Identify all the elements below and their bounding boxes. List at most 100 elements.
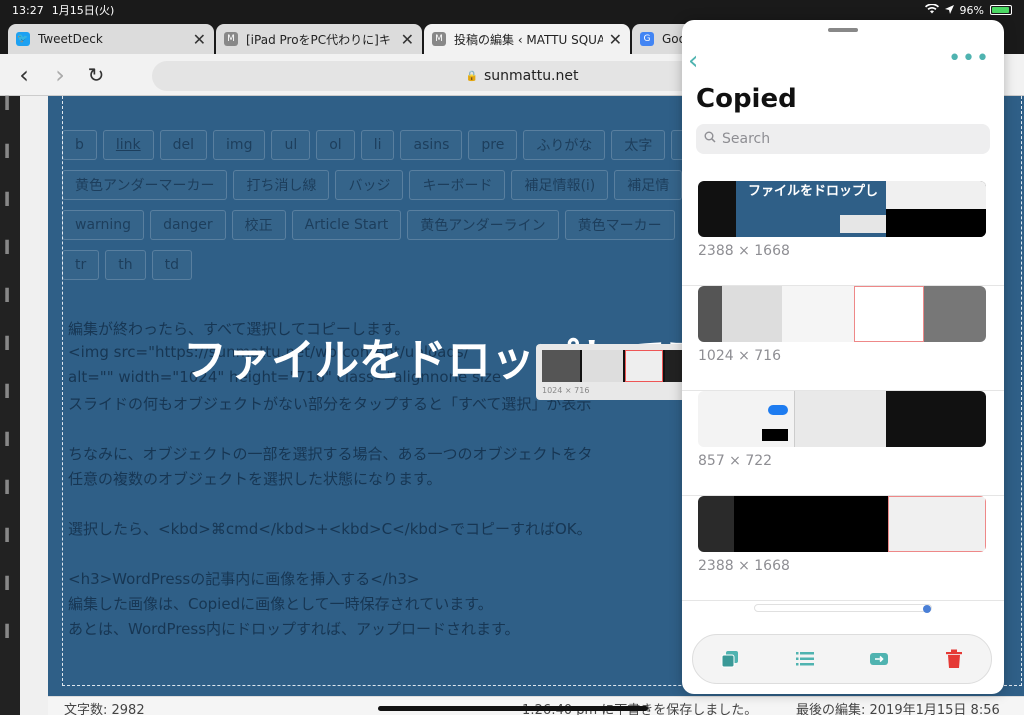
battery-fill xyxy=(992,7,1010,13)
search-placeholder: Search xyxy=(722,131,771,147)
wp-admin-sidebar: ▍ ▍ ▍ ▍ ▍ ▍ ▍ ▍ ▍ ▍ ▍ ▍ xyxy=(0,96,20,715)
panel-grabber[interactable] xyxy=(828,28,858,32)
close-tab-icon[interactable]: ✕ xyxy=(401,30,414,49)
quicktag-button[interactable]: danger xyxy=(150,210,226,240)
clipboard-item[interactable]: 1024 × 716 xyxy=(682,286,1004,391)
clipboard-item-size: 1024 × 716 xyxy=(698,348,781,364)
clipboard-thumbnail xyxy=(698,286,986,342)
quicktag-button[interactable]: ふりがな xyxy=(523,130,606,160)
browser-tab[interactable]: M [iPad ProをPC代わりに]キ ✕ xyxy=(216,24,422,54)
quicktag-button[interactable]: li xyxy=(360,130,395,160)
quicktag-button[interactable]: ol xyxy=(316,130,355,160)
twitter-icon: 🐦 xyxy=(16,32,30,46)
sidebar-icon[interactable]: ▍ xyxy=(0,480,20,528)
location-icon xyxy=(944,4,954,17)
editor-line: ちなみに、オブジェクトの一部を選択する場合、ある一つのオブジェクトをタ xyxy=(68,445,593,463)
copied-panel: ‹ ••• Copied Search ファイルをドロップし 2388 × 16… xyxy=(682,20,1004,694)
quicktag-button[interactable]: 打ち消し線 xyxy=(233,170,330,200)
sidebar-icon[interactable]: ▍ xyxy=(0,240,20,288)
editor-line: <h3>WordPressの記事内に画像を挿入する</h3> xyxy=(68,570,420,588)
editor-line: 編集した画像は、Copiedに画像として一時保存されています。 xyxy=(68,595,493,613)
quicktags-row: blinkdelimgulolliasinspreふりがな太字青 xyxy=(62,130,712,160)
sidebar-icon[interactable]: ▍ xyxy=(0,576,20,624)
sidebar-icon[interactable]: ▍ xyxy=(0,432,20,480)
address-text: sunmattu.net xyxy=(483,68,579,84)
clipboard-item[interactable]: 857 × 722 xyxy=(682,391,1004,496)
quicktag-button[interactable]: pre xyxy=(468,130,518,160)
quicktag-button[interactable]: link xyxy=(102,130,154,160)
browser-tab[interactable]: 🐦 TweetDeck ✕ xyxy=(8,24,214,54)
sidebar-icon[interactable]: ▍ xyxy=(0,96,20,144)
battery-percent: 96% xyxy=(959,3,984,17)
status-date: 1月15日(火) xyxy=(51,4,115,17)
sidebar-icon[interactable]: ▍ xyxy=(0,384,20,432)
forward-button[interactable]: › xyxy=(42,61,78,89)
sidebar-icon[interactable]: ▍ xyxy=(0,528,20,576)
clipboard-item-size: 2388 × 1668 xyxy=(698,558,790,574)
panel-title: Copied xyxy=(696,84,797,114)
quicktag-button[interactable]: ul xyxy=(271,130,311,160)
quicktag-button[interactable]: tr xyxy=(62,250,100,280)
quicktag-button[interactable]: b xyxy=(62,130,97,160)
stack-icon[interactable] xyxy=(719,648,741,670)
back-chevron-icon[interactable]: ‹ xyxy=(688,46,698,76)
sidebar-icon[interactable]: ▍ xyxy=(0,288,20,336)
browser-tab[interactable]: M 投稿の編集 ‹ MATTU SQUA ✕ xyxy=(424,24,630,54)
quicktag-button[interactable]: 黄色アンダーマーカー xyxy=(62,170,228,200)
clipboard-thumbnail: ファイルをドロップし xyxy=(698,181,986,237)
quicktag-button[interactable]: asins xyxy=(400,130,463,160)
scroll-slider[interactable] xyxy=(754,604,932,613)
quicktag-button[interactable]: del xyxy=(159,130,208,160)
reload-button[interactable]: ↻ xyxy=(78,63,114,87)
quicktags-row: 黄色アンダーマーカー 打ち消し線 バッジ キーボード 補足情報(i) 補足情 xyxy=(62,170,683,200)
quicktag-button[interactable]: 太字 xyxy=(611,130,666,160)
wifi-icon xyxy=(924,2,939,17)
lock-icon: 🔒 xyxy=(465,70,478,82)
sidebar-icon[interactable]: ▍ xyxy=(0,144,20,192)
battery-icon xyxy=(990,5,1012,15)
quicktag-button[interactable]: img xyxy=(213,130,266,160)
list-icon[interactable] xyxy=(794,648,816,670)
quicktag-button[interactable]: 補足情 xyxy=(614,170,683,200)
status-right: 96% xyxy=(924,2,1012,17)
sidebar-icon[interactable]: ▍ xyxy=(0,624,20,672)
search-field[interactable]: Search xyxy=(696,124,990,154)
sidebar-icon[interactable]: ▍ xyxy=(0,192,20,240)
transfer-icon[interactable] xyxy=(868,648,890,670)
quicktag-button[interactable]: Article Start xyxy=(291,210,402,240)
mattu-icon: M xyxy=(224,32,238,46)
google-icon: G xyxy=(640,32,654,46)
quicktags-row: tr th td xyxy=(62,250,193,280)
screen: 13:27 1月15日(火) 96% 🐦 TweetDeck ✕ M [iPad Pro… xyxy=(0,0,1024,715)
quicktag-button[interactable]: 補足情報(i) xyxy=(511,170,609,200)
more-icon[interactable]: ••• xyxy=(948,46,990,71)
quicktag-button[interactable]: 黄色アンダーライン xyxy=(407,210,559,240)
editor-line: 任意の複数のオブジェクトを選択した状態になります。 xyxy=(68,470,442,488)
clipboard-thumbnail xyxy=(698,496,986,552)
tab-title: 投稿の編集 ‹ MATTU SQUA xyxy=(454,32,603,47)
status-time: 13:27 xyxy=(12,3,44,17)
trash-icon[interactable] xyxy=(943,648,965,670)
editor-line: 選択したら、<kbd>⌘cmd</kbd>+<kbd>C</kbd>でコピーすれ… xyxy=(68,520,592,538)
close-tab-icon[interactable]: ✕ xyxy=(193,30,206,49)
quicktag-button[interactable]: warning xyxy=(62,210,145,240)
close-tab-icon[interactable]: ✕ xyxy=(609,30,622,49)
clipboard-item-size: 2388 × 1668 xyxy=(698,243,790,259)
mattu-icon: M xyxy=(432,32,446,46)
quicktag-button[interactable]: td xyxy=(151,250,193,280)
quicktags-row: warning danger 校正 Article Start 黄色アンダーライン 黄色マ… xyxy=(62,210,675,240)
quicktag-button[interactable]: 黄色マーカー xyxy=(564,210,675,240)
quicktag-button[interactable]: th xyxy=(105,250,146,280)
quicktag-button[interactable]: 校正 xyxy=(231,210,286,240)
quicktag-button[interactable]: キーボード xyxy=(409,170,506,200)
sidebar-icon[interactable]: ▍ xyxy=(0,336,20,384)
home-indicator[interactable] xyxy=(378,706,648,711)
clipboard-thumbnail xyxy=(698,391,986,447)
clipboard-item[interactable]: ファイルをドロップし 2388 × 1668 xyxy=(682,181,1004,286)
quicktag-button[interactable]: バッジ xyxy=(335,170,404,200)
back-button[interactable]: ‹ xyxy=(6,61,42,89)
clipboard-item[interactable]: 2388 × 1668 xyxy=(682,496,1004,601)
panel-toolbar xyxy=(692,634,992,684)
status-bar: 13:27 1月15日(火) 96% xyxy=(0,0,1024,20)
scroll-knob[interactable] xyxy=(923,605,931,613)
